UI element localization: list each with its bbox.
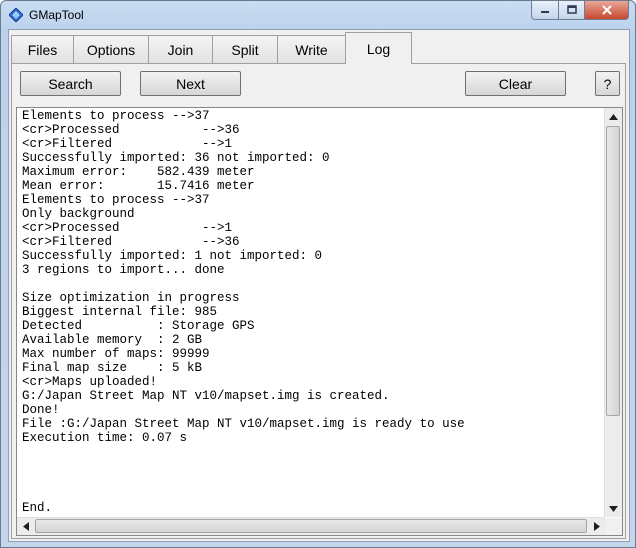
tab-log[interactable]: Log: [345, 32, 412, 64]
window-title: GMapTool: [29, 8, 84, 22]
log-line: <cr>Processed -->36: [22, 123, 240, 137]
log-panel: Search Next Clear ? Elements to process …: [11, 63, 626, 539]
log-line: Elements to process -->37: [22, 109, 210, 123]
next-button[interactable]: Next: [140, 71, 241, 96]
horizontal-scroll-thumb[interactable]: [35, 519, 587, 533]
log-line: <cr>Filtered -->36: [22, 235, 240, 249]
log-line: Execution time: 0.07 s: [22, 431, 188, 445]
log-line: <cr>Maps uploaded!: [22, 375, 158, 389]
log-line: Maximum error: 582.439 meter: [22, 165, 255, 179]
log-line: End.: [22, 501, 53, 515]
search-button[interactable]: Search: [20, 71, 121, 96]
tab-label: Files: [27, 41, 58, 58]
log-line: Only background: [22, 207, 135, 221]
log-line: Final map size : 5 kB: [22, 361, 203, 375]
close-icon: [601, 5, 612, 15]
tab-label: Join: [167, 41, 194, 58]
arrow-left-icon: [22, 522, 29, 531]
log-line: Size optimization in progress: [22, 291, 240, 305]
log-line: Detected : Storage GPS: [22, 319, 255, 333]
scrollbar-corner: [605, 518, 622, 535]
window-controls: [531, 1, 629, 21]
log-line: <cr>Processed -->1: [22, 221, 233, 235]
arrow-right-icon: [593, 522, 600, 531]
tab-options[interactable]: Options: [73, 35, 149, 63]
log-line: Available memory : 2 GB: [22, 333, 203, 347]
log-line: Successfully imported: 36 not imported: …: [22, 151, 330, 165]
clear-button[interactable]: Clear: [465, 71, 566, 96]
maximize-button[interactable]: [559, 1, 585, 20]
tab-files[interactable]: Files: [11, 35, 74, 63]
scroll-left-button[interactable]: [17, 518, 34, 535]
tab-label: Write: [295, 41, 328, 58]
close-button[interactable]: [585, 1, 629, 20]
log-line: Biggest internal file: 985: [22, 305, 218, 319]
log-line: Mean error: 15.7416 meter: [22, 179, 255, 193]
maximize-icon: [566, 5, 577, 14]
minimize-icon: [541, 11, 549, 13]
log-line: Successfully imported: 1 not imported: 0: [22, 249, 323, 263]
arrow-up-icon: [609, 113, 618, 120]
log-line: File :G:/Japan Street Map NT v10/mapset.…: [22, 417, 465, 431]
client-area: Files Options Join Split Write Log Searc…: [8, 29, 630, 542]
horizontal-scrollbar[interactable]: [17, 517, 605, 535]
tab-join[interactable]: Join: [148, 35, 213, 63]
vertical-scrollbar[interactable]: [604, 108, 622, 517]
log-line: Max number of maps: 99999: [22, 347, 210, 361]
scroll-up-button[interactable]: [605, 108, 622, 125]
tab-write[interactable]: Write: [277, 35, 346, 63]
minimize-button[interactable]: [531, 1, 559, 20]
app-window: GMapTool Files Options Join Split Write …: [0, 0, 636, 548]
tab-label: Options: [86, 41, 136, 58]
arrow-down-icon: [609, 505, 618, 512]
log-line: <cr>Filtered -->1: [22, 137, 233, 151]
log-textbox[interactable]: Elements to process -->37 <cr>Processed -…: [16, 107, 623, 536]
scroll-right-button[interactable]: [588, 518, 605, 535]
tab-label: Log: [366, 40, 391, 57]
scroll-down-button[interactable]: [605, 500, 622, 517]
log-line: Elements to process -->37: [22, 193, 210, 207]
help-button[interactable]: ?: [595, 71, 620, 96]
log-line: G:/Japan Street Map NT v10/mapset.img is…: [22, 389, 390, 403]
log-text-area[interactable]: Elements to process -->37 <cr>Processed -…: [17, 108, 604, 515]
log-line: 3 regions to import... done: [22, 263, 225, 277]
app-diamond-icon: [9, 8, 23, 22]
tab-split[interactable]: Split: [212, 35, 278, 63]
vertical-scroll-thumb[interactable]: [606, 126, 620, 416]
tab-label: Split: [231, 41, 259, 58]
title-bar[interactable]: GMapTool: [1, 1, 635, 29]
log-line: Done!: [22, 403, 60, 417]
log-content: Elements to process -->37 <cr>Processed -…: [17, 108, 604, 515]
tab-strip: Files Options Join Split Write Log: [11, 32, 412, 64]
